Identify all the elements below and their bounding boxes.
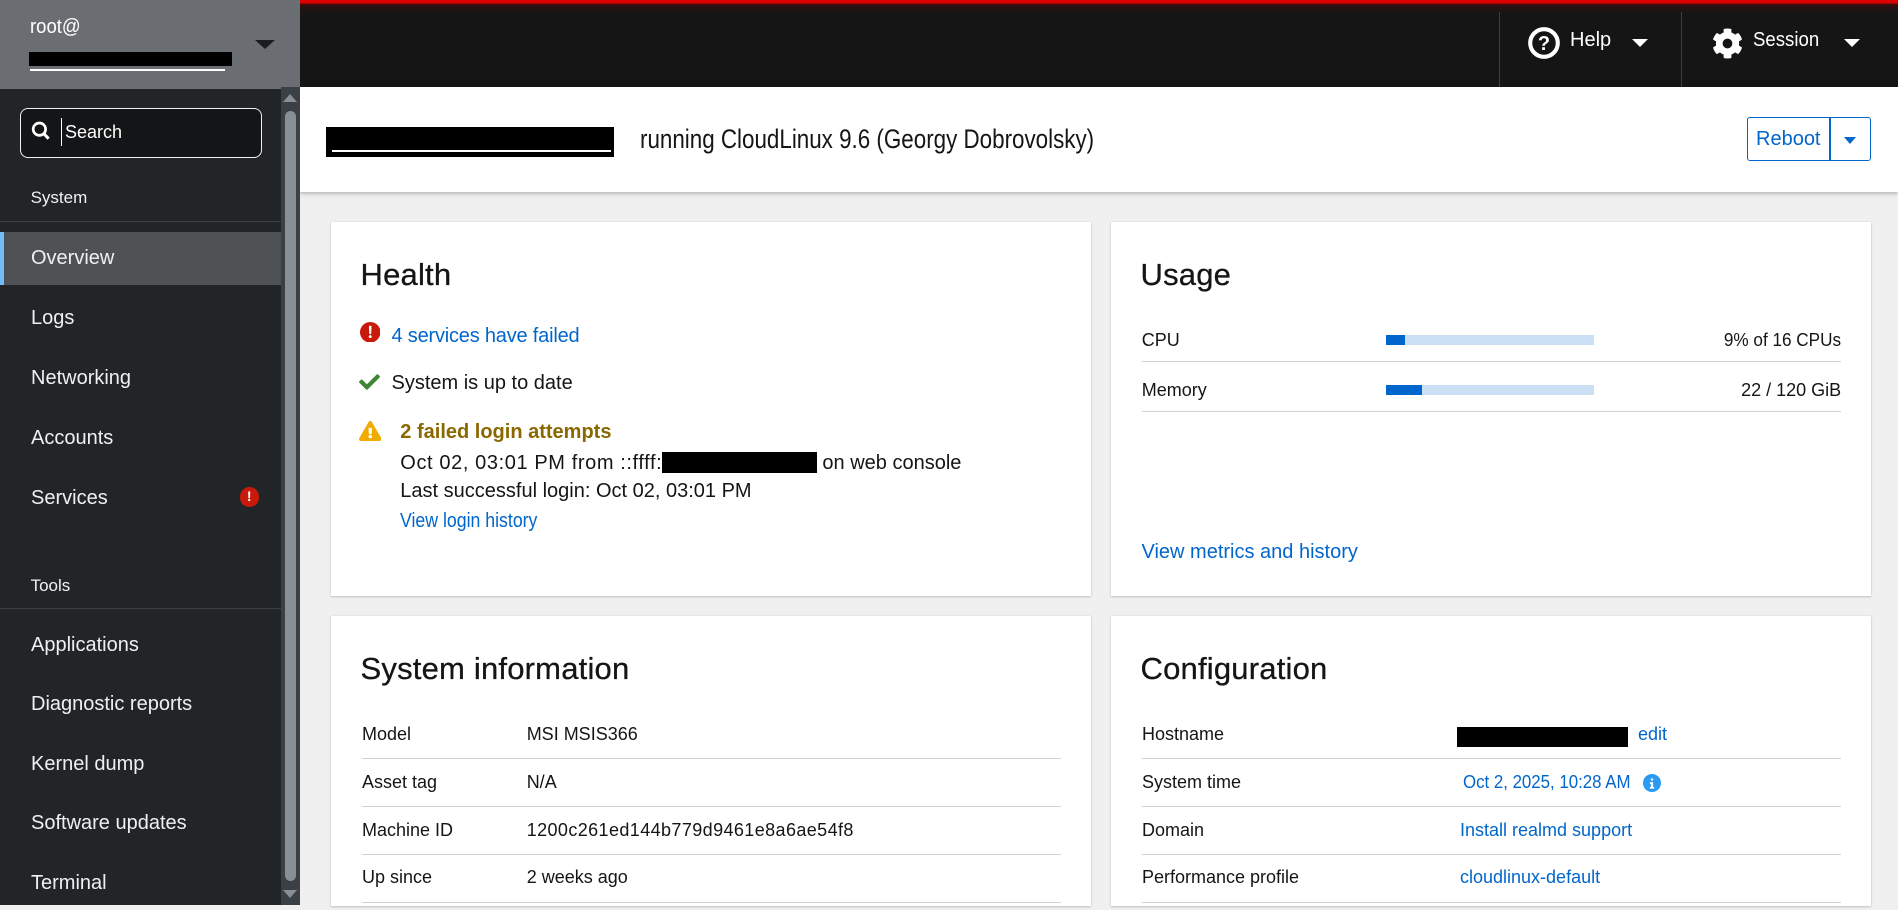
svg-text:?: ?: [1538, 33, 1550, 55]
